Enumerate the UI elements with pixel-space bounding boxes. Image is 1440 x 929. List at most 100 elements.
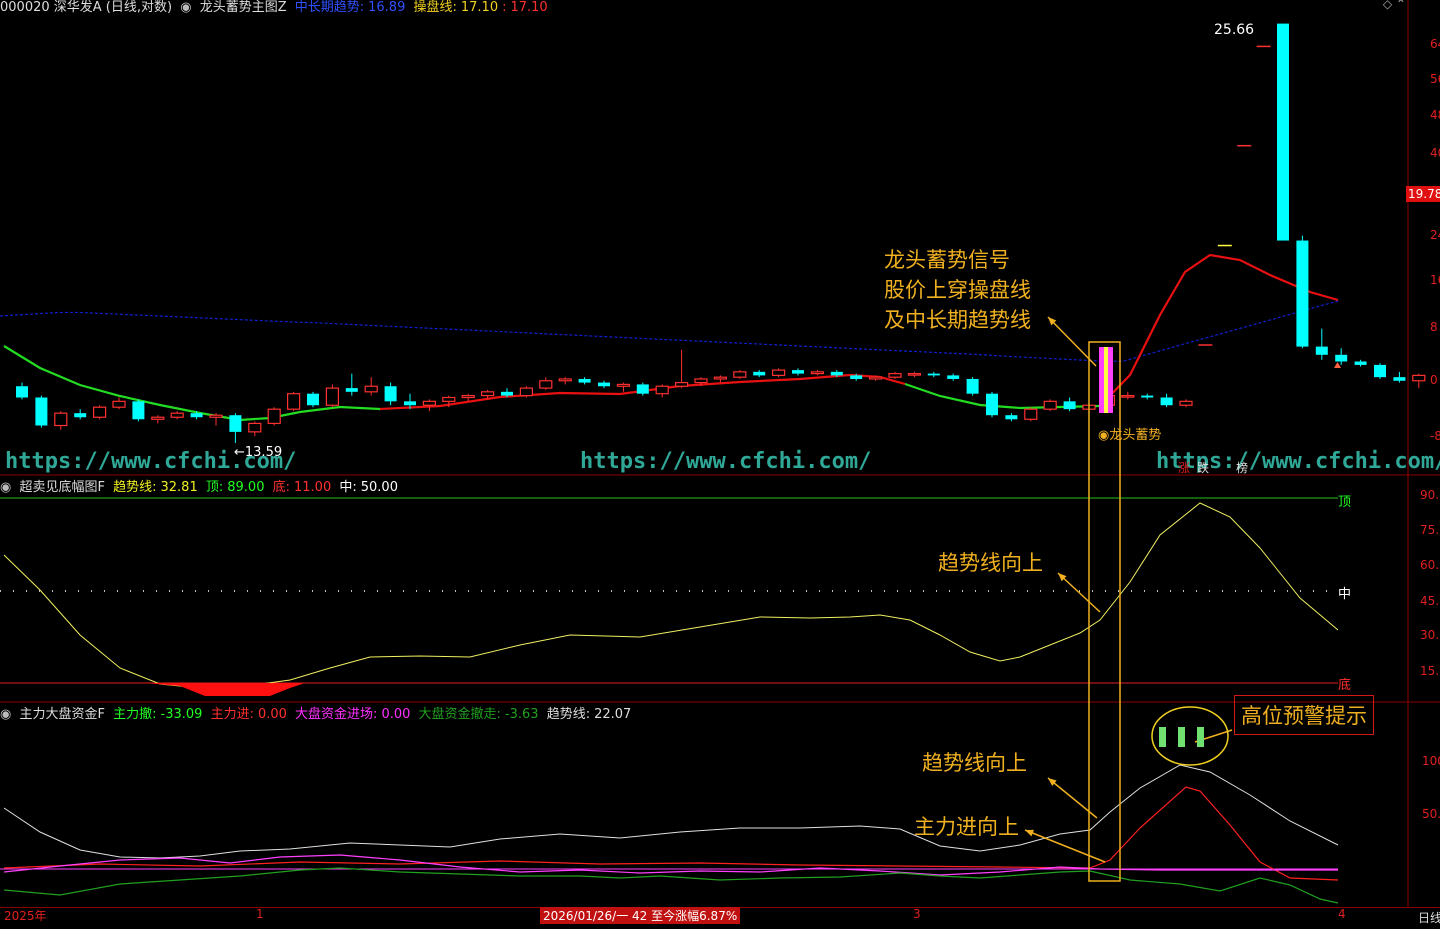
candle-58 bbox=[1141, 395, 1154, 398]
candle-68 bbox=[1335, 354, 1348, 362]
op-line-label: 操盘线: bbox=[413, 0, 457, 15]
candle-33 bbox=[655, 385, 669, 395]
op-line-sep: : bbox=[502, 0, 507, 15]
settings-icon[interactable]: ◉ bbox=[180, 0, 191, 15]
candle-24 bbox=[481, 391, 495, 397]
candles-layer bbox=[16, 23, 1426, 443]
sub1-top-label: 顶: bbox=[205, 480, 224, 495]
candle-30 bbox=[598, 382, 610, 387]
arrow-trend-up-1 bbox=[1057, 572, 1101, 613]
sub1-bottom-label: 底: bbox=[272, 480, 290, 495]
candle-25 bbox=[501, 391, 513, 396]
candle-3 bbox=[74, 413, 87, 418]
axis-main-0: 64 bbox=[1430, 37, 1440, 51]
main-up-annotation: 主力进向上 bbox=[914, 815, 1019, 839]
candle-57 bbox=[1121, 394, 1135, 398]
candle-12 bbox=[248, 422, 262, 433]
signal-line3: 及中长期趋势线 bbox=[884, 308, 1031, 332]
signal-bar-yellow bbox=[1104, 347, 1108, 413]
hot-tag: 榜 bbox=[1236, 461, 1249, 475]
candle-41 bbox=[810, 371, 825, 375]
candle-4 bbox=[92, 406, 107, 418]
axis-main-3: 40 bbox=[1430, 146, 1440, 160]
sub1-trend-value: 32.81 bbox=[160, 480, 198, 495]
candle-47 bbox=[927, 373, 940, 376]
signal-bar-magenta-2 bbox=[1108, 347, 1113, 413]
candle-28 bbox=[558, 378, 572, 382]
sub2-settings-icon[interactable]: ◉ bbox=[0, 707, 11, 722]
candle-43 bbox=[850, 375, 863, 379]
sub2-market-out-line bbox=[3, 867, 1339, 904]
candle-48 bbox=[947, 375, 960, 379]
sub2-trend-line bbox=[3, 764, 1339, 859]
date-cursor-tag: 2026/01/26/一 42 至今涨幅6.87% bbox=[540, 907, 741, 924]
arrow-main-up bbox=[1024, 829, 1106, 863]
sub1-bot-tag: 底 bbox=[1338, 678, 1352, 693]
period-button[interactable]: 日线 bbox=[1418, 909, 1440, 926]
window-controls[interactable]: ◇ ⌃ bbox=[1383, 0, 1406, 11]
indicator-name[interactable]: 龙头蓄势主图Z bbox=[200, 0, 287, 15]
candle-18 bbox=[364, 385, 378, 393]
chart-stage: 000020 深华发A (日线,对数) ◉ 龙头蓄势主图Z 中长期趋势: 16.8… bbox=[0, 0, 1440, 925]
candle-29 bbox=[578, 378, 591, 383]
rise-tag: 涨 bbox=[1178, 461, 1191, 475]
axis-main-6: 16 bbox=[1430, 273, 1440, 287]
candle-53 bbox=[1043, 400, 1057, 410]
candle-8 bbox=[170, 412, 184, 418]
axis-sub2-1: 50. bbox=[1422, 807, 1440, 821]
candle-67 bbox=[1315, 346, 1328, 355]
mid-trend-value: 16.89 bbox=[368, 0, 406, 15]
dragon-text: 龙头蓄势 bbox=[1109, 428, 1162, 443]
axis-sub1-5: 15. bbox=[1420, 664, 1440, 678]
sub1-header: ◉ 超卖见底幅图F 趋势线: 32.81 顶: 89.00 底: 11.00 中: 50… bbox=[0, 476, 402, 495]
sub2-name[interactable]: 主力大盘资金F bbox=[19, 707, 104, 722]
low-price-label: ←13.59 bbox=[234, 445, 283, 460]
trend-up-annotation-1: 趋势线向上 bbox=[938, 551, 1043, 575]
sub2-trend-label: 趋势线: bbox=[546, 707, 591, 722]
candle-38 bbox=[753, 371, 766, 376]
candle-42 bbox=[830, 371, 843, 376]
axis-main-1: 56 bbox=[1430, 72, 1440, 86]
candle-35 bbox=[694, 378, 708, 384]
dp-out-value: -3.63 bbox=[504, 707, 539, 722]
signal-bar-magenta-1 bbox=[1099, 347, 1104, 413]
candle-6 bbox=[132, 401, 145, 420]
candle-36 bbox=[713, 376, 728, 380]
sub1-settings-icon[interactable]: ◉ bbox=[0, 480, 11, 495]
sub1-name[interactable]: 超卖见底幅图F bbox=[19, 480, 104, 495]
candle-16 bbox=[325, 387, 339, 406]
axis-main-5: 24 bbox=[1430, 228, 1440, 242]
sub1-mid-label: 中: bbox=[339, 480, 357, 495]
candle-7 bbox=[151, 416, 165, 420]
sub1-trend-label: 趋势线: bbox=[113, 480, 157, 495]
candle-20 bbox=[404, 401, 416, 406]
candle-70 bbox=[1374, 364, 1386, 378]
watermark-center: https://www.cfchi.com/ bbox=[580, 449, 872, 474]
axis-sub1-2: 60. bbox=[1420, 558, 1440, 572]
date-m4: 4 bbox=[1338, 907, 1346, 921]
indicator-lines bbox=[0, 253, 1340, 904]
candle-1 bbox=[35, 397, 48, 426]
candle-14 bbox=[287, 393, 301, 410]
candle-13 bbox=[267, 408, 281, 425]
sub1-bottom-value: 11.00 bbox=[294, 480, 332, 495]
price-marker bbox=[1334, 362, 1341, 368]
dp-out-label: 大盘资金撤走: bbox=[418, 707, 501, 722]
op-line-value2: 17.10 bbox=[510, 0, 548, 15]
date-m3: 3 bbox=[913, 907, 921, 921]
candle-40 bbox=[792, 370, 804, 374]
candle-31 bbox=[616, 383, 631, 387]
candle-60 bbox=[1179, 400, 1193, 406]
candle-9 bbox=[190, 413, 203, 418]
stock-title: 000020 深华发A (日线,对数) bbox=[0, 0, 173, 15]
axis-sub2-0: 100 bbox=[1422, 754, 1440, 768]
date-year: 2025年 bbox=[4, 909, 47, 923]
candle-10 bbox=[209, 414, 223, 418]
candle-66 bbox=[1296, 240, 1309, 347]
dp-in-value: 0.00 bbox=[381, 707, 411, 722]
axis-main-9: -8 bbox=[1430, 429, 1440, 443]
sub1-bottom-fill bbox=[145, 683, 305, 696]
candle-32 bbox=[636, 384, 649, 394]
candle-49 bbox=[966, 378, 979, 394]
sub2-market-in-line bbox=[3, 854, 1338, 876]
